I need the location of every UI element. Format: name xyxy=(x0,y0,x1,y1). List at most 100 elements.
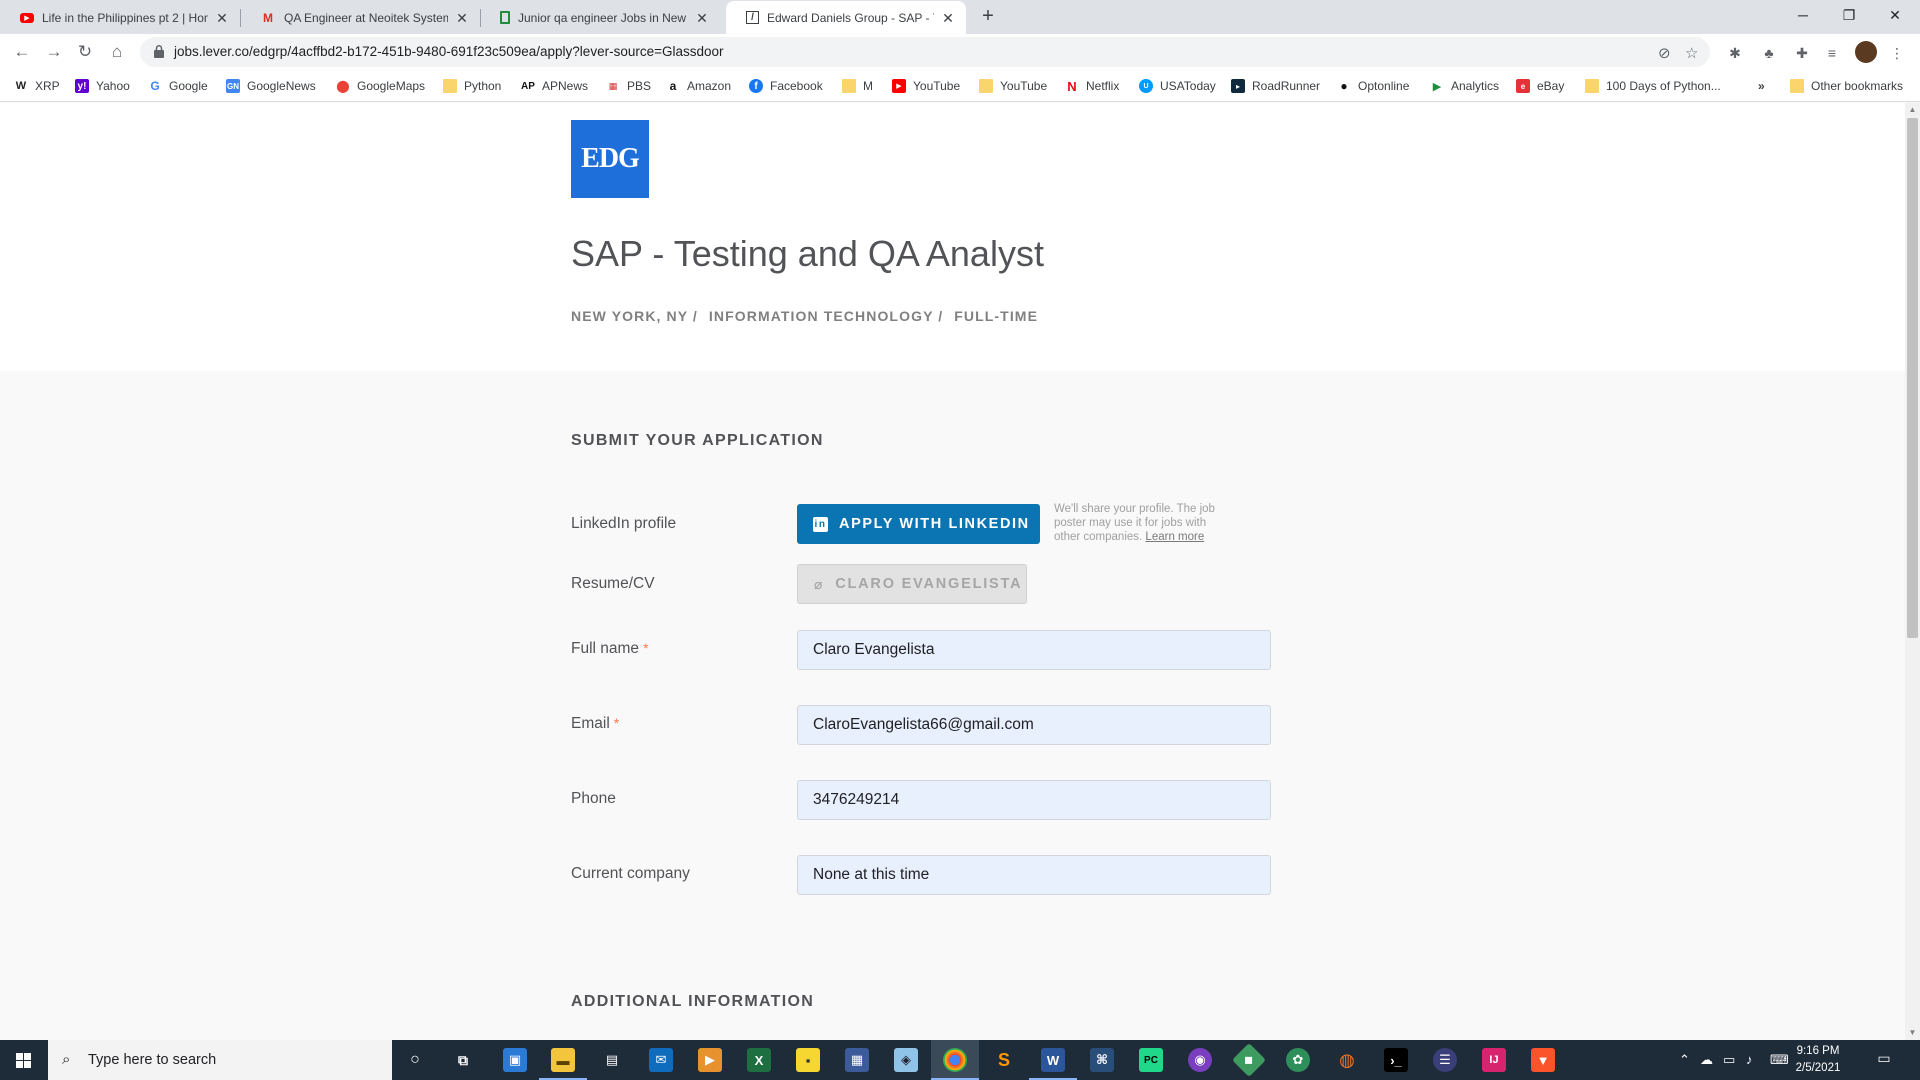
close-icon[interactable]: ✕ xyxy=(694,10,710,26)
sticky-notes-icon[interactable]: ▪ xyxy=(796,1048,820,1072)
start-button[interactable] xyxy=(0,1040,46,1080)
bookmark-m[interactable]: M xyxy=(842,77,873,95)
extension-tree-icon[interactable]: ♣ xyxy=(1760,44,1778,62)
resume-upload-button[interactable]: ⌀ CLARO EVANGELISTA xyxy=(797,564,1027,604)
store-bag-icon[interactable]: ▤ xyxy=(600,1048,624,1072)
bookmark-optonline[interactable]: ● Optonline xyxy=(1337,77,1409,95)
eclipse-icon[interactable]: ☰ xyxy=(1433,1048,1457,1072)
bookmark-google[interactable]: G Google xyxy=(148,77,207,95)
system-clock[interactable]: 9:16 PM 2/5/2021 xyxy=(1788,1043,1848,1077)
extensions-puzzle-icon[interactable]: ✚ xyxy=(1793,44,1811,62)
media-queue-icon[interactable]: ≡ xyxy=(1823,44,1841,62)
word-icon[interactable]: W xyxy=(1041,1048,1065,1072)
back-arrow-icon[interactable]: ← xyxy=(10,40,34,64)
bookmark-pbs[interactable]: ▦ PBS xyxy=(606,77,651,95)
app-icon-3[interactable]: ◈ xyxy=(894,1048,918,1072)
home-icon[interactable]: ⌂ xyxy=(105,40,129,64)
scroll-up-arrow-icon[interactable]: ▲ xyxy=(1905,103,1920,117)
cortana-icon[interactable]: ○ xyxy=(403,1048,427,1072)
taskbar-search[interactable]: ⌕ Type here to search xyxy=(48,1040,392,1080)
bookmark-youtube-1[interactable]: ▶ YouTube xyxy=(892,77,960,95)
address-bar[interactable]: jobs.lever.co/edgrp/4acffbd2-b172-451b-9… xyxy=(140,37,1710,67)
menu-kebab-icon[interactable]: ⋮ xyxy=(1888,44,1906,62)
bookmark-usatoday[interactable]: U USAToday xyxy=(1139,77,1216,95)
learn-more-link[interactable]: Learn more xyxy=(1145,531,1204,543)
task-view-icon[interactable]: ⧉ xyxy=(451,1048,475,1072)
bookmark-amazon[interactable]: a Amazon xyxy=(666,77,731,95)
sublime-text-icon[interactable]: S xyxy=(992,1048,1016,1072)
url-text[interactable]: jobs.lever.co/edgrp/4acffbd2-b172-451b-9… xyxy=(174,44,724,59)
browser-tab-2[interactable]: M QA Engineer at Neoitek Systems ✕ xyxy=(240,1,480,34)
onedrive-cloud-icon[interactable]: ☁ xyxy=(1700,1052,1713,1068)
show-hidden-icons-chevron[interactable]: ⌃ xyxy=(1679,1052,1690,1068)
git-icon[interactable]: ◆ xyxy=(1232,1043,1266,1077)
submit-application-heading: SUBMIT YOUR APPLICATION xyxy=(571,432,824,449)
bookmark-googlenews[interactable]: GN GoogleNews xyxy=(226,77,316,95)
volume-icon[interactable]: ♪ xyxy=(1746,1052,1753,1067)
bookmark-python[interactable]: Python xyxy=(443,77,501,95)
app-icon-1[interactable]: ▣ xyxy=(503,1048,527,1072)
bookmark-netflix[interactable]: N Netflix xyxy=(1065,77,1119,95)
window-close-icon[interactable]: ✕ xyxy=(1872,0,1918,30)
app-icon-5[interactable]: ◉ xyxy=(1188,1048,1212,1072)
bookmark-100-days-python[interactable]: 100 Days of Python... xyxy=(1585,77,1721,95)
bookmark-youtube-2[interactable]: YouTube xyxy=(979,77,1047,95)
other-bookmarks[interactable]: Other bookmarks xyxy=(1790,77,1903,95)
profile-avatar[interactable] xyxy=(1855,41,1877,63)
app-icon-6[interactable]: ✿ xyxy=(1286,1048,1310,1072)
scrollbar-thumb[interactable] xyxy=(1907,118,1918,638)
mail-icon[interactable]: ✉ xyxy=(649,1048,673,1072)
bookmark-ebay[interactable]: e eBay xyxy=(1516,77,1564,95)
browser-tab-3[interactable]: Junior qa engineer Jobs in New York ✕ xyxy=(480,1,720,34)
network-icon[interactable]: ▭ xyxy=(1723,1052,1735,1068)
intellij-icon[interactable]: IJ xyxy=(1482,1048,1506,1072)
minimize-icon[interactable]: ─ xyxy=(1780,0,1826,30)
forward-arrow-icon[interactable]: → xyxy=(42,40,66,64)
pycharm-icon[interactable]: PC xyxy=(1139,1048,1163,1072)
current-company-input[interactable] xyxy=(797,855,1271,895)
close-icon[interactable]: ✕ xyxy=(454,10,470,26)
folder-icon xyxy=(842,79,856,93)
media-player-icon[interactable]: ▶ xyxy=(698,1048,722,1072)
netflix-icon: N xyxy=(1067,78,1077,94)
lock-icon[interactable] xyxy=(154,45,164,58)
more-bookmarks-chevron[interactable]: » xyxy=(1758,77,1765,95)
email-input[interactable] xyxy=(797,705,1271,745)
bookmark-yahoo[interactable]: y! Yahoo xyxy=(75,77,130,95)
notification-center-icon[interactable]: ▭ xyxy=(1873,1050,1895,1070)
app-icon-4[interactable]: ⌘ xyxy=(1090,1048,1114,1072)
full-name-input[interactable] xyxy=(797,630,1271,670)
page-scrollbar[interactable]: ▲ ▼ xyxy=(1905,103,1920,1040)
terminal-icon[interactable]: ›_ xyxy=(1384,1048,1408,1072)
folder-icon xyxy=(1790,79,1804,93)
bookmark-label: APNews xyxy=(542,79,589,93)
scroll-down-arrow-icon[interactable]: ▼ xyxy=(1905,1026,1920,1040)
bookmark-xrp[interactable]: W XRP xyxy=(14,77,60,95)
new-tab-button[interactable]: + xyxy=(976,5,1000,29)
close-icon[interactable]: ✕ xyxy=(214,10,230,26)
browser-tab-4-active[interactable]: / Edward Daniels Group - SAP - Testing ✕ xyxy=(726,1,966,34)
bookmark-analytics[interactable]: ▶ Analytics xyxy=(1430,77,1499,95)
reload-icon[interactable]: ↻ xyxy=(73,40,97,64)
bookmark-apnews[interactable]: AP APNews xyxy=(521,77,588,95)
browser-tab-1[interactable]: ▶ Life in the Philippines pt 2 | Home ✕ xyxy=(0,1,240,34)
file-explorer-icon[interactable]: ▬ xyxy=(551,1048,575,1072)
company-logo[interactable]: EDG xyxy=(571,120,649,198)
bookmark-roadrunner[interactable]: ▸ RoadRunner xyxy=(1231,77,1320,95)
bookmark-googlemaps[interactable]: ⬤ GoogleMaps xyxy=(336,77,425,95)
bookmark-label: GoogleMaps xyxy=(357,79,426,93)
tracking-eye-off-icon[interactable]: ⊘ xyxy=(1658,44,1671,62)
restore-icon[interactable]: ❐ xyxy=(1826,0,1872,30)
extension-bug-icon[interactable]: ✱ xyxy=(1726,44,1744,62)
apply-with-linkedin-button[interactable]: in APPLY WITH LINKEDIN xyxy=(797,504,1040,544)
brave-icon[interactable]: ▼ xyxy=(1531,1048,1555,1072)
jupyter-icon[interactable]: ◍ xyxy=(1335,1048,1359,1072)
keyboard-icon[interactable]: ⌨ xyxy=(1770,1052,1789,1068)
bookmark-facebook[interactable]: f Facebook xyxy=(749,77,823,95)
chrome-icon[interactable] xyxy=(943,1048,967,1072)
excel-icon[interactable]: X xyxy=(747,1048,771,1072)
bookmark-star-icon[interactable]: ☆ xyxy=(1685,44,1698,62)
close-icon[interactable]: ✕ xyxy=(940,10,956,26)
app-icon-2[interactable]: ▦ xyxy=(845,1048,869,1072)
phone-input[interactable] xyxy=(797,780,1271,820)
